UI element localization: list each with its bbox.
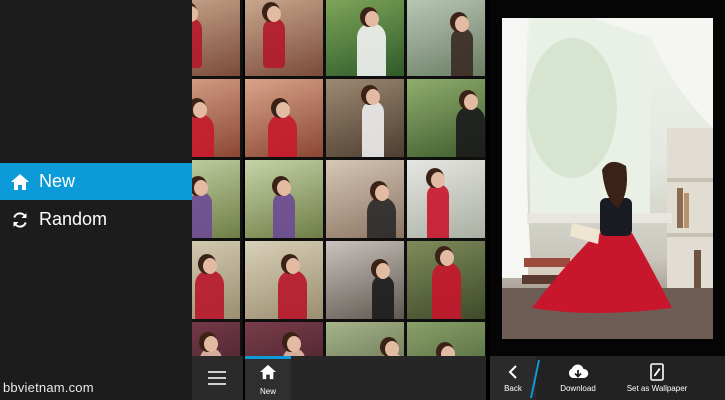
tab-new[interactable]: New	[245, 356, 291, 400]
cloud-download-icon	[567, 363, 589, 381]
thumbnail-figure	[357, 23, 386, 76]
chevron-left-icon	[508, 363, 518, 381]
grid-thumbnail[interactable]	[326, 0, 404, 76]
grid-thumbnail[interactable]	[326, 79, 404, 157]
thumbnail-head	[463, 94, 478, 110]
thumbnail-figure	[456, 106, 485, 157]
back-button[interactable]: Back	[490, 356, 536, 400]
home-icon	[10, 172, 30, 192]
thumbnail-figure	[367, 197, 396, 238]
side-menu-screen: New Random bbvietnam.com	[0, 0, 243, 400]
viewer-action-bar: Back Download Set as Wallpaper	[490, 356, 725, 400]
menu-item-new[interactable]: New	[0, 163, 192, 200]
watermark: bbvietnam.com	[3, 380, 94, 395]
grid-thumbnail[interactable]	[245, 79, 323, 157]
grid-thumbnail[interactable]	[407, 79, 485, 157]
wallpaper-label: Set as Wallpaper	[626, 384, 688, 393]
thumbnail-head	[439, 250, 454, 266]
grid-thumbnail[interactable]	[326, 241, 404, 319]
bottom-action-bar: New	[245, 356, 486, 400]
home-icon	[259, 364, 277, 385]
thumbnail-figure	[268, 114, 297, 157]
thumbnail-head	[285, 258, 300, 274]
photo-preview[interactable]	[502, 18, 713, 339]
grid-thumbnail[interactable]	[245, 0, 323, 76]
thumbnail-head	[277, 180, 291, 196]
thumbnail-head	[194, 180, 208, 196]
thumbnail-head	[364, 11, 379, 27]
thumbnail-figure	[273, 192, 295, 238]
photo-viewer-screen: Back Download Set as Wallpaper	[490, 0, 725, 400]
thumbnail-figure	[362, 101, 384, 157]
thumbnail-head	[384, 341, 399, 357]
set-wallpaper-button[interactable]: Set as Wallpaper	[612, 356, 702, 400]
thumbnail-figure	[195, 270, 224, 319]
thumbnail-head	[275, 102, 290, 118]
thumbnail-figure	[192, 192, 212, 238]
thumbnail-head	[287, 336, 301, 352]
peek-thumbnail[interactable]	[192, 79, 240, 157]
thumbnail-head	[374, 185, 389, 201]
thumbnail-head	[431, 172, 445, 188]
menu-icon[interactable]	[208, 371, 226, 389]
menu-item-label: New	[39, 171, 76, 191]
peek-thumbnail[interactable]	[192, 241, 240, 319]
thumbnail-head	[455, 16, 469, 32]
menu-item-random[interactable]: Random	[0, 201, 192, 238]
menu-item-label: Random	[39, 209, 108, 229]
grid-thumbnail[interactable]	[245, 160, 323, 238]
thumbnail-figure	[263, 18, 285, 68]
peek-bottom-bar	[192, 356, 243, 400]
thumbnail-figure	[372, 275, 394, 319]
peek-thumbnail[interactable]	[192, 160, 240, 238]
tab-label: New	[259, 387, 276, 396]
preview-photo	[502, 18, 713, 339]
thumbnail-head	[366, 89, 380, 105]
thumbnail-figure	[432, 262, 461, 319]
grid-thumbnail[interactable]	[326, 160, 404, 238]
back-label: Back	[504, 384, 522, 393]
photo-grid	[245, 0, 485, 400]
grid-thumbnail[interactable]	[407, 160, 485, 238]
thumbnail-head	[202, 258, 217, 274]
grid-peek[interactable]	[192, 0, 243, 400]
grid-thumbnail[interactable]	[245, 241, 323, 319]
thumbnail-head	[267, 6, 281, 22]
thumbnail-figure	[278, 270, 307, 319]
download-button[interactable]: Download	[548, 356, 608, 400]
thumbnail-head	[204, 336, 218, 352]
thumbnail-figure	[192, 18, 202, 68]
grid-thumbnail[interactable]	[407, 241, 485, 319]
photo-grid-screen: New	[245, 0, 486, 400]
thumbnail-head	[376, 263, 390, 279]
thumbnail-figure	[192, 114, 214, 157]
download-label: Download	[560, 384, 596, 393]
thumbnail-figure	[451, 28, 473, 76]
peek-thumbnail[interactable]	[192, 0, 240, 76]
thumbnail-figure	[427, 184, 449, 238]
thumbnail-head	[192, 102, 207, 118]
refresh-icon	[10, 210, 30, 230]
side-menu: New Random bbvietnam.com	[0, 0, 192, 400]
phone-edit-icon	[650, 363, 664, 381]
grid-thumbnail[interactable]	[407, 0, 485, 76]
